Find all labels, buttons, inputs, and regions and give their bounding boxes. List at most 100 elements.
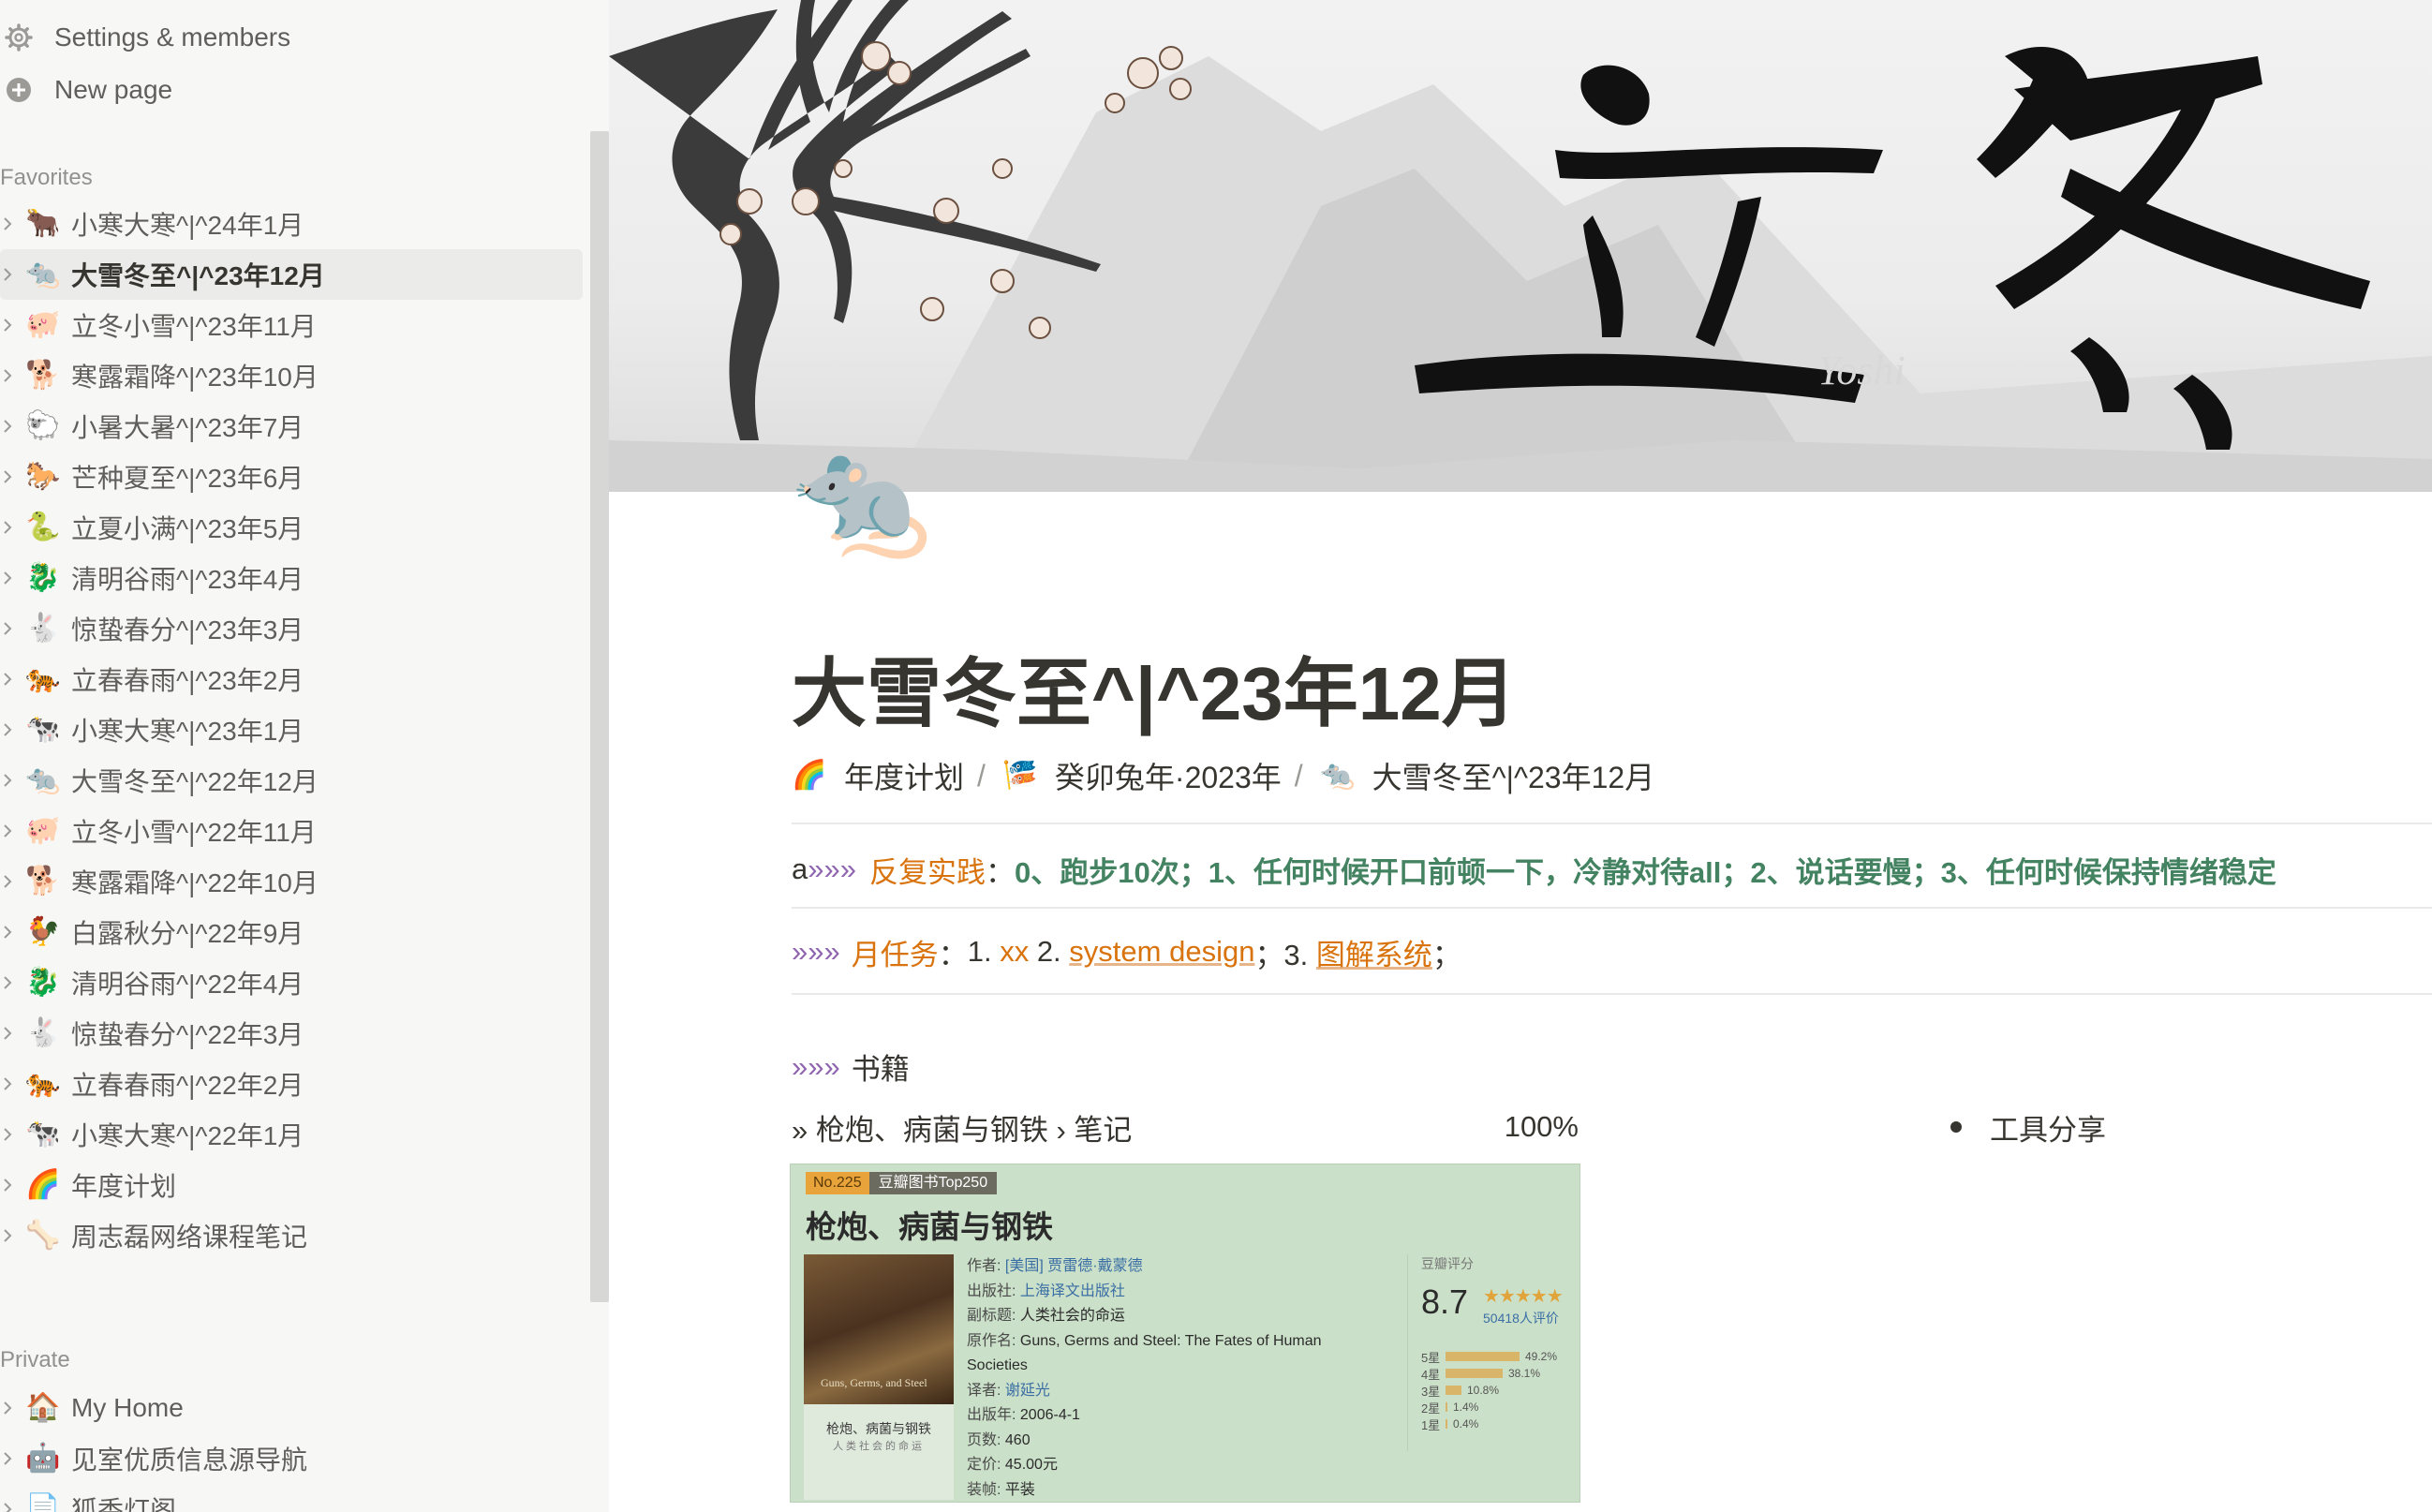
chevron-right-icon[interactable] <box>0 469 15 484</box>
chevron-right-icon[interactable] <box>0 216 15 231</box>
meta-subtitle: 人类社会的命运 <box>1019 1308 1125 1324</box>
chevron-right-icon[interactable] <box>0 267 15 282</box>
practice-block[interactable]: a »»» 反复实践 ： 0、跑步10次；1、任何时候开口前顿一下，冷静对待al… <box>792 841 2276 897</box>
sidebar-item-label: 立春春雨^|^23年2月 <box>71 666 304 695</box>
book-card-image[interactable]: No.225 豆瓣图书Top250 枪炮、病菌与钢铁 Guns, Germs, … <box>790 1164 1580 1503</box>
meta-key: 页数: <box>967 1431 1005 1448</box>
breadcrumb-item-year[interactable]: 癸卯兔年·2023年 <box>1055 754 1282 797</box>
sidebar-favorite-item[interactable]: 🐑 小暑大暑^|^23年7月 <box>0 401 583 452</box>
chevron-right-icon[interactable] <box>0 672 15 687</box>
sidebar-private-item[interactable]: 📄 狐香灯阁 <box>0 1484 583 1512</box>
rating-star-label: 2星 <box>1421 1401 1441 1416</box>
page-icon[interactable]: 🐀 <box>792 433 931 564</box>
chevron-right-icon[interactable] <box>0 1401 15 1416</box>
page-emoji-icon: 🐓 <box>25 915 61 948</box>
chevron-right-icon[interactable] <box>0 621 15 636</box>
top250-badge: No.225 豆瓣图书Top250 <box>806 1172 998 1194</box>
rating-bar <box>1446 1369 1503 1378</box>
page-emoji-icon: 🐄 <box>25 1118 61 1150</box>
chevron-right-icon[interactable] <box>0 318 15 333</box>
chevron-right-icon[interactable] <box>0 823 15 838</box>
monthly-colon: ： <box>938 938 968 971</box>
sidebar-item-label: 小暑大暑^|^23年7月 <box>71 413 304 442</box>
chevron-right-icon[interactable] <box>0 1228 15 1243</box>
chevron-right-icon[interactable] <box>0 1026 15 1041</box>
sidebar-favorite-item[interactable]: 🐅 立春春雨^|^22年2月 <box>0 1059 583 1109</box>
chevron-right-icon[interactable] <box>0 1076 15 1091</box>
cover-watermark: Yoshi <box>1817 348 1906 393</box>
chevron-right-icon[interactable] <box>0 925 15 940</box>
sidebar-item-label: 惊蛰春分^|^23年3月 <box>71 615 304 645</box>
cover-image[interactable]: Yoshi <box>609 0 2432 492</box>
sidebar: Settings & members New page Favorites 🐂 小… <box>0 0 609 1512</box>
chevron-right-icon[interactable] <box>0 571 15 586</box>
chevron-right-icon[interactable] <box>0 419 15 434</box>
chevron-right-icon[interactable] <box>0 1502 15 1512</box>
settings-members-button[interactable]: Settings & members <box>0 11 290 64</box>
rating-bar <box>1446 1419 1447 1429</box>
chevron-right-icon[interactable] <box>0 874 15 889</box>
sidebar-favorite-item[interactable]: 🐀 大雪冬至^|^23年12月 <box>0 249 583 300</box>
sidebar-favorite-item[interactable]: 🦴 周志磊网络课程笔记 <box>0 1210 583 1261</box>
sidebar-favorite-item[interactable]: 🐖 立冬小雪^|^22年11月 <box>0 806 583 856</box>
breadcrumb-item-annual-plan[interactable]: 年度计划 <box>844 754 964 797</box>
sidebar-item-label: 小寒大寒^|^23年1月 <box>71 717 304 746</box>
task-xx: xx <box>1000 935 1030 968</box>
monthly-tasks-block[interactable]: »»» 月任务 ： 1. xx 2. system design ；3. 图解系… <box>792 924 1461 980</box>
new-page-button[interactable]: New page <box>0 64 172 116</box>
sidebar-favorite-item[interactable]: 🐓 白露秋分^|^22年9月 <box>0 907 583 957</box>
rating-distribution: 5星 49.2% 4星 38.1% 3星 10.8% 2星 1.4% 1星 0.4% <box>1421 1348 1557 1432</box>
sidebar-favorite-item[interactable]: 🐎 芒种夏至^|^23年6月 <box>0 452 583 502</box>
sidebar-favorite-item[interactable]: 🐍 立夏小满^|^23年5月 <box>0 502 583 553</box>
chevron-right-icon[interactable] <box>0 975 15 990</box>
sidebar-item-label: My Home <box>71 1393 184 1422</box>
sidebar-private-item[interactable]: 🏠 My Home <box>0 1383 583 1433</box>
page-title[interactable]: 大雪冬至^|^23年12月 <box>792 633 1517 742</box>
meta-publisher: 上海译文出版社 <box>1019 1282 1125 1299</box>
tool-share-item[interactable]: 工具分享 <box>1950 1105 2106 1149</box>
sidebar-favorite-item[interactable]: 🐖 立冬小雪^|^23年11月 <box>0 300 583 350</box>
chevron-right-icon[interactable] <box>0 1127 15 1142</box>
breadcrumb-item-current[interactable]: 大雪冬至^|^23年12月 <box>1372 754 1655 797</box>
chevron-right-icon[interactable] <box>0 1451 15 1466</box>
sidebar-favorite-item[interactable]: 🐇 惊蛰春分^|^23年3月 <box>0 603 583 654</box>
chevron-right-icon[interactable] <box>0 1178 15 1193</box>
sidebar-favorite-item[interactable]: 🐇 惊蛰春分^|^22年3月 <box>0 1008 583 1059</box>
sidebar-favorite-item[interactable]: 🐂 小寒大寒^|^24年1月 <box>0 199 583 249</box>
private-heading: Private <box>0 1347 70 1372</box>
tujie-system-link[interactable]: 图解系统 <box>1316 931 1432 973</box>
sidebar-favorite-item[interactable]: 🐅 立春春雨^|^23年2月 <box>0 654 583 704</box>
sidebar-favorite-item[interactable]: 🐉 清明谷雨^|^23年4月 <box>0 553 583 603</box>
sidebar-favorite-item[interactable]: 🐀 大雪冬至^|^22年12月 <box>0 755 583 806</box>
page-emoji-icon: 🐑 <box>25 409 61 442</box>
rating-percent: 49.2% <box>1525 1350 1558 1363</box>
tool-share-label: 工具分享 <box>1990 1113 2106 1147</box>
chevron-right-icon[interactable] <box>0 722 15 737</box>
sidebar-favorite-item[interactable]: 🐉 清明谷雨^|^22年4月 <box>0 957 583 1008</box>
sidebar-favorite-item[interactable]: 🌈 年度计划 <box>0 1160 583 1210</box>
meta-pages: 460 <box>1004 1431 1031 1448</box>
sidebar-private-item[interactable]: 🤖 见室优质信息源导航 <box>0 1433 583 1484</box>
text-cursor: a <box>792 852 808 885</box>
settings-members-label: Settings & members <box>54 22 291 52</box>
chevron-right-icon[interactable] <box>0 520 15 535</box>
book-notes-row[interactable]: » 枪炮、病菌与钢铁 › 笔记 100% <box>792 1105 1579 1149</box>
book-metadata: 作者: [美国] 贾雷德·戴蒙德 出版社: 上海译文出版社 副标题: 人类社会的… <box>967 1254 1342 1502</box>
chevron-right-icon[interactable] <box>0 773 15 788</box>
rating-distribution-row: 2星 1.4% <box>1421 1399 1557 1416</box>
page-emoji-icon: 🐂 <box>25 207 61 240</box>
system-design-link[interactable]: system design <box>1069 935 1254 969</box>
arrows-marker: »»» <box>792 935 840 968</box>
sidebar-scrollbar[interactable] <box>590 131 609 1302</box>
practice-text: 0、跑步10次；1、任何时候开口前顿一下，冷静对待all；2、说话要慢；3、任何… <box>1014 855 2276 889</box>
sidebar-favorite-item[interactable]: 🐄 小寒大寒^|^23年1月 <box>0 704 583 755</box>
books-heading: »»» 书籍 <box>792 1045 910 1088</box>
sidebar-item-label: 芒种夏至^|^23年6月 <box>71 464 304 493</box>
sidebar-favorite-item[interactable]: 🐄 小寒大寒^|^22年1月 <box>0 1109 583 1160</box>
sidebar-favorite-item[interactable]: 🐕 寒露霜降^|^23年10月 <box>0 350 583 401</box>
chevron-right-icon[interactable] <box>0 368 15 383</box>
book-notes-link[interactable]: » 枪炮、病菌与钢铁 › 笔记 <box>792 1106 1132 1149</box>
meta-binding: 平装 <box>1004 1481 1035 1498</box>
sidebar-favorite-item[interactable]: 🐕 寒露霜降^|^22年10月 <box>0 856 583 907</box>
page-emoji-icon: 🤖 <box>25 1442 61 1475</box>
